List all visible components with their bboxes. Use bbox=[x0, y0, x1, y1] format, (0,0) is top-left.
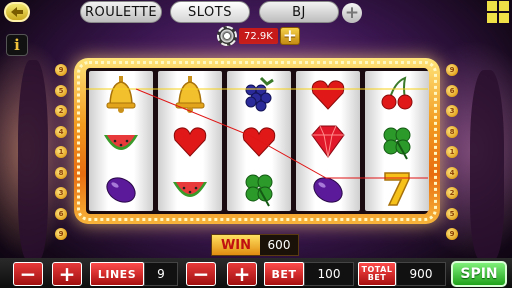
payline-marker[interactable]: 1 bbox=[55, 146, 67, 158]
win-display: WIN 600 bbox=[211, 234, 299, 256]
chip-icon bbox=[217, 26, 237, 46]
bet-increase-button[interactable]: + bbox=[227, 262, 257, 286]
payline-marker[interactable]: 5 bbox=[55, 84, 67, 97]
dancer-silhouette-right bbox=[470, 70, 504, 260]
clover-icon bbox=[227, 165, 291, 211]
reel-area bbox=[86, 68, 429, 214]
total-bet-value: 900 bbox=[396, 262, 446, 286]
tab-roulette[interactable]: ROULETTE bbox=[80, 1, 162, 23]
heart-icon bbox=[296, 71, 360, 117]
info-label: i bbox=[14, 36, 20, 54]
payline-marker[interactable]: 9 bbox=[446, 64, 458, 76]
reel-3 bbox=[227, 71, 291, 211]
payline-marker[interactable]: 9 bbox=[55, 228, 67, 240]
heart-icon bbox=[227, 118, 291, 164]
bet-decrease-button[interactable]: − bbox=[186, 262, 216, 286]
total-bet-label-line2: BET bbox=[367, 273, 387, 282]
tab-bj[interactable]: BJ bbox=[259, 1, 339, 23]
balance-value: 72.9K bbox=[239, 28, 278, 44]
payline-marker[interactable]: 8 bbox=[446, 125, 458, 138]
payline-marker[interactable]: 2 bbox=[446, 187, 458, 199]
seven-icon bbox=[365, 165, 429, 211]
dancer-silhouette-left bbox=[18, 60, 48, 260]
payline-markers-right: 9 6 3 8 1 4 2 5 9 bbox=[446, 64, 460, 249]
reel-5 bbox=[365, 71, 429, 211]
add-tab-button[interactable]: + bbox=[342, 3, 362, 23]
clover-icon bbox=[365, 118, 429, 164]
payline-marker[interactable]: 6 bbox=[55, 207, 67, 220]
payline-marker[interactable]: 4 bbox=[55, 125, 67, 138]
payline-marker[interactable]: 6 bbox=[446, 84, 458, 97]
reel-2 bbox=[158, 71, 222, 211]
heart-icon bbox=[158, 118, 222, 164]
buy-coins-button[interactable]: + bbox=[279, 26, 300, 46]
payline-marker[interactable]: 9 bbox=[55, 64, 67, 76]
plum-icon bbox=[89, 165, 153, 211]
diamond-icon bbox=[296, 118, 360, 164]
balance-display: 72.9K + bbox=[217, 26, 300, 46]
tab-slots[interactable]: SLOTS bbox=[170, 1, 250, 23]
bet-label: BET bbox=[264, 262, 304, 286]
back-arrow-icon bbox=[11, 7, 23, 17]
back-button[interactable] bbox=[4, 2, 30, 22]
win-value: 600 bbox=[267, 238, 291, 252]
grapes-icon bbox=[227, 71, 291, 117]
reel-4 bbox=[296, 71, 360, 211]
watermelon-icon bbox=[89, 118, 153, 164]
payline-marker[interactable]: 8 bbox=[55, 166, 67, 179]
payline-marker[interactable]: 3 bbox=[55, 187, 67, 199]
lines-label: LINES bbox=[90, 262, 144, 286]
payline-markers-left: 9 5 2 4 1 8 3 6 9 bbox=[55, 64, 69, 249]
reel-1 bbox=[89, 71, 153, 211]
watermelon-icon bbox=[158, 165, 222, 211]
cherries-icon bbox=[365, 71, 429, 117]
bell-icon bbox=[158, 71, 222, 117]
payline-marker[interactable]: 9 bbox=[446, 228, 458, 240]
payline-marker[interactable]: 5 bbox=[446, 207, 458, 220]
spin-button[interactable]: SPIN bbox=[451, 261, 507, 287]
tab-slots-label: SLOTS bbox=[188, 4, 232, 20]
plum-icon bbox=[296, 165, 360, 211]
lines-increase-button[interactable]: + bbox=[52, 262, 82, 286]
payline-marker[interactable]: 2 bbox=[55, 105, 67, 117]
bet-value: 100 bbox=[304, 262, 354, 286]
payline-marker[interactable]: 1 bbox=[446, 146, 458, 158]
payline-marker[interactable]: 3 bbox=[446, 105, 458, 117]
tab-bj-label: BJ bbox=[292, 4, 306, 20]
payline-marker[interactable]: 4 bbox=[446, 166, 458, 179]
slot-machine-frame bbox=[74, 58, 440, 224]
win-label: WIN bbox=[212, 235, 260, 255]
lines-value: 9 bbox=[144, 262, 178, 286]
tab-roulette-label: ROULETTE bbox=[84, 4, 158, 20]
menu-grid-icon[interactable] bbox=[487, 1, 509, 23]
bell-icon bbox=[89, 71, 153, 117]
lines-decrease-button[interactable]: − bbox=[13, 262, 43, 286]
info-button[interactable]: i bbox=[6, 34, 28, 56]
total-bet-label: TOTAL BET bbox=[358, 262, 396, 286]
